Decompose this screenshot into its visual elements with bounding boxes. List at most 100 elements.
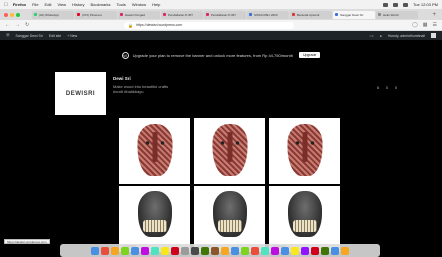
browser-tab[interactable]: (372) Pinterest bbox=[75, 10, 117, 19]
dock-app-icon[interactable] bbox=[311, 246, 319, 255]
post-thumbnail[interactable] bbox=[194, 118, 265, 184]
back-icon[interactable]: ← bbox=[5, 22, 10, 28]
howdy-user[interactable]: Howdy, adminthumbnail bbox=[388, 34, 425, 38]
dock-app-icon[interactable] bbox=[151, 246, 159, 255]
dock-app-icon[interactable] bbox=[191, 246, 199, 255]
following-count: 0 bbox=[394, 86, 397, 90]
dock-app-icon[interactable] bbox=[181, 246, 189, 255]
window-controls bbox=[4, 12, 20, 17]
gray-mask-image bbox=[212, 191, 247, 237]
forward-icon[interactable]: → bbox=[15, 22, 20, 28]
clock[interactable]: Tue 12:03 PM bbox=[413, 2, 438, 7]
dock-app-icon[interactable] bbox=[111, 246, 119, 255]
dock-app-icon[interactable] bbox=[161, 246, 169, 255]
browser-tab[interactable]: Pendaftaran P-IRT bbox=[204, 10, 246, 19]
search-icon[interactable] bbox=[403, 2, 409, 7]
post-thumbnail[interactable] bbox=[269, 118, 340, 184]
shield-icon[interactable]: ◯ bbox=[412, 22, 418, 28]
menu-window[interactable]: Window bbox=[132, 2, 146, 7]
lock-icon: 🔒 bbox=[128, 22, 134, 28]
menu-view[interactable]: View bbox=[57, 2, 66, 7]
minimize-icon[interactable] bbox=[10, 12, 14, 17]
tab-favicon-icon bbox=[120, 13, 123, 16]
wifi-icon[interactable] bbox=[393, 2, 399, 7]
menu-icon[interactable]: ☰ bbox=[433, 22, 437, 28]
menu-tools[interactable]: Tools bbox=[117, 2, 126, 7]
url-field[interactable]: 🔒 https://dewisri.wordpress.com bbox=[124, 21, 295, 29]
dock-app-icon[interactable] bbox=[141, 246, 149, 255]
tab-favicon-icon bbox=[335, 13, 338, 16]
red-mask-image bbox=[287, 124, 322, 176]
dock-app-icon[interactable] bbox=[321, 246, 329, 255]
maximize-icon[interactable] bbox=[16, 12, 20, 17]
tab-label: Sanggar Dewi Sri bbox=[340, 12, 364, 17]
dock-app-icon[interactable] bbox=[331, 246, 339, 255]
tab-list: (20) WhatsApp (372) Pinterest Hasan Pengad… bbox=[32, 10, 419, 19]
browser-tab[interactable]: Pendaftaran P-IRT bbox=[161, 10, 203, 19]
browser-tab[interactable]: SISKA KBLI 2020 bbox=[247, 10, 289, 19]
post-thumbnail[interactable]: DEWISRI bbox=[194, 186, 265, 252]
dock-app-icon[interactable] bbox=[101, 246, 109, 255]
post-thumbnail[interactable]: DEWISRI bbox=[269, 186, 340, 252]
menu-bookmarks[interactable]: Bookmarks bbox=[91, 2, 111, 7]
browser-tab[interactable]: Beranda Upwork bbox=[290, 10, 332, 19]
new-tab-icon[interactable]: + bbox=[432, 12, 436, 18]
gray-mask-image bbox=[287, 191, 322, 237]
red-mask-image bbox=[137, 124, 172, 176]
dock-app-icon[interactable] bbox=[221, 246, 229, 255]
site-link[interactable]: Sanggar Dewi Sri bbox=[16, 34, 43, 38]
menu-history[interactable]: History bbox=[72, 2, 84, 7]
menu-edit[interactable]: Edit bbox=[45, 2, 52, 7]
new-link[interactable]: + New bbox=[67, 34, 77, 38]
posts-count: 6 bbox=[377, 86, 379, 90]
wpbar-right: ○○ ● Howdy, adminthumbnail bbox=[370, 33, 436, 38]
tab-label: (20) WhatsApp bbox=[39, 12, 60, 17]
dock-app-icon[interactable] bbox=[171, 246, 179, 255]
dock-app-icon[interactable] bbox=[131, 246, 139, 255]
wordpress-icon[interactable]: Ⓜ bbox=[6, 33, 10, 38]
tab-favicon-icon bbox=[206, 13, 209, 16]
edit-site-link[interactable]: Edit site bbox=[49, 34, 61, 38]
menu-help[interactable]: Help bbox=[152, 2, 160, 7]
browser-tab[interactable]: (20) WhatsApp bbox=[32, 10, 74, 19]
apple-icon[interactable]:  bbox=[4, 2, 8, 8]
reader-icon[interactable]: ○○ bbox=[370, 34, 374, 38]
banner-text: Upgrade your plan to remove the banner a… bbox=[132, 52, 293, 58]
followers-count: 0 bbox=[385, 86, 388, 90]
red-mask-image bbox=[212, 124, 247, 176]
gray-mask-image bbox=[137, 191, 172, 237]
dock-app-icon[interactable] bbox=[341, 246, 349, 255]
reload-icon[interactable]: ↻ bbox=[25, 22, 29, 28]
dock-app-icon[interactable] bbox=[201, 246, 209, 255]
post-thumbnail[interactable] bbox=[119, 118, 190, 184]
profile-counts: 6 0 0 bbox=[377, 86, 397, 90]
dock-app-icon[interactable] bbox=[291, 246, 299, 255]
menu-file[interactable]: File bbox=[32, 2, 38, 7]
upgrade-button[interactable]: Upgrade bbox=[298, 52, 321, 58]
dock-app-icon[interactable] bbox=[211, 246, 219, 255]
macos-menu-bar:  Firefox File Edit View History Bookmar… bbox=[0, 0, 442, 9]
dock-app-icon[interactable] bbox=[281, 246, 289, 255]
battery-icon[interactable] bbox=[383, 2, 389, 7]
browser-tab[interactable]: Sanggar Dewi Sri bbox=[333, 10, 375, 19]
dock-app-icon[interactable] bbox=[121, 246, 129, 255]
dock-app-icon[interactable] bbox=[301, 246, 309, 255]
close-icon[interactable] bbox=[4, 12, 8, 17]
avatar[interactable] bbox=[431, 33, 436, 38]
extensions-icon[interactable]: ▦ bbox=[423, 22, 428, 28]
profile-logo[interactable]: DEWISRI bbox=[55, 72, 106, 115]
post-thumbnail[interactable]: DEWISRI bbox=[119, 186, 190, 252]
dock-app-icon[interactable] bbox=[251, 246, 259, 255]
dock-app-icon[interactable] bbox=[271, 246, 279, 255]
notifications-icon[interactable]: ● bbox=[380, 34, 382, 38]
profile-bio-line2[interactable]: #craft #batikbayu bbox=[113, 89, 168, 94]
dock-app-icon[interactable] bbox=[261, 246, 269, 255]
status-bar-url: https://dewisri.wordpress.com bbox=[4, 239, 50, 244]
upgrade-banner: W Upgrade your plan to remove the banner… bbox=[0, 40, 442, 70]
menu-firefox[interactable]: Firefox bbox=[13, 2, 26, 7]
dock-app-icon[interactable] bbox=[231, 246, 239, 255]
dock-app-icon[interactable] bbox=[241, 246, 249, 255]
dock-app-icon[interactable] bbox=[91, 246, 99, 255]
browser-tab[interactable]: Hello World bbox=[376, 10, 418, 19]
browser-tab[interactable]: Hasan Pengad bbox=[118, 10, 160, 19]
